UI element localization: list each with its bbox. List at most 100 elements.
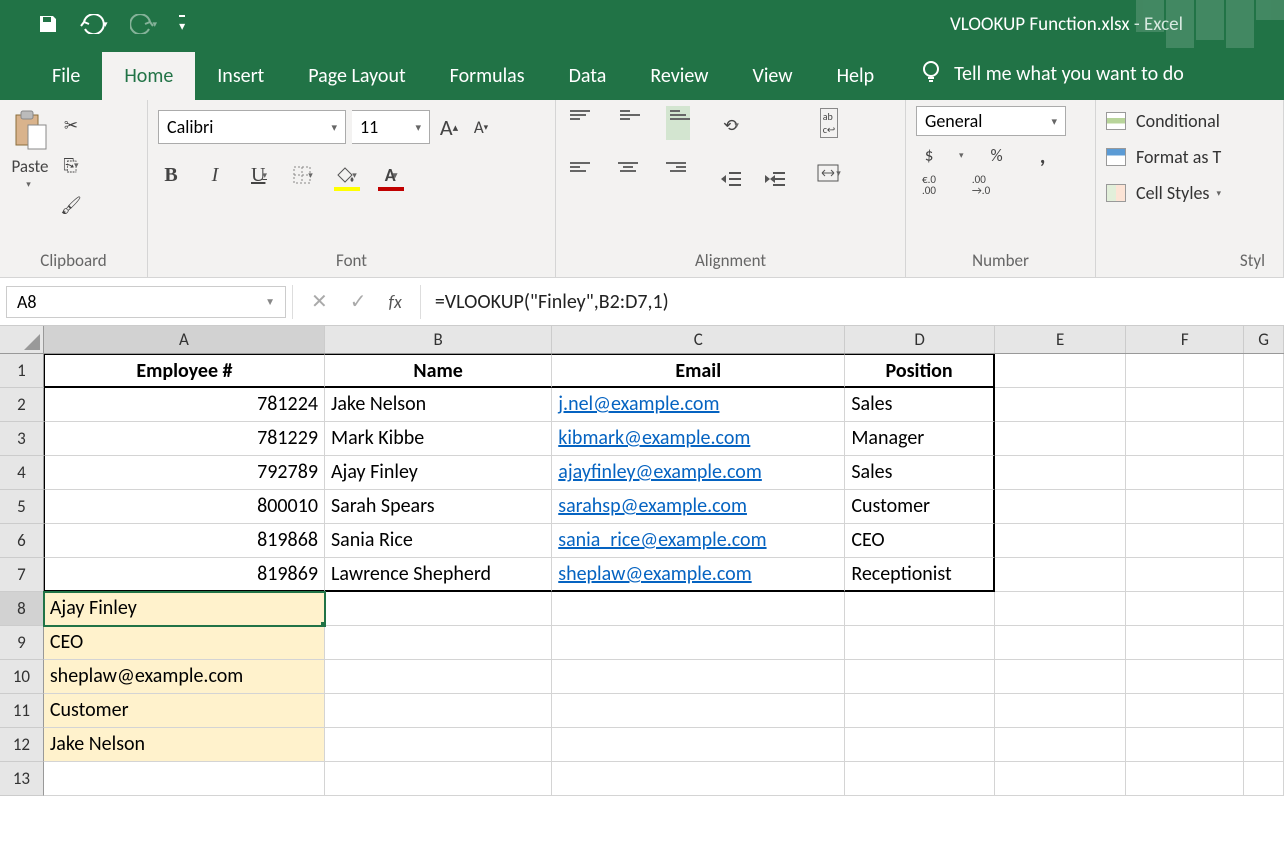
col-header-e[interactable]: E bbox=[995, 326, 1127, 353]
cell-b9[interactable] bbox=[325, 626, 552, 660]
cell-f7[interactable] bbox=[1126, 558, 1244, 592]
conditional-formatting-button[interactable]: Conditional bbox=[1106, 110, 1220, 132]
row-header-10[interactable]: 10 bbox=[0, 660, 44, 694]
cell-a9[interactable]: CEO bbox=[44, 626, 325, 660]
copy-icon[interactable]: ⎘▾ bbox=[58, 152, 84, 178]
cell-e7[interactable] bbox=[995, 558, 1127, 592]
cell-c8[interactable] bbox=[552, 592, 845, 626]
row-header-6[interactable]: 6 bbox=[0, 524, 44, 558]
cell-a11[interactable]: Customer bbox=[44, 694, 325, 728]
bold-button[interactable]: B bbox=[158, 162, 184, 188]
cell-g5[interactable] bbox=[1244, 490, 1284, 524]
cell-c1[interactable]: Email bbox=[552, 354, 845, 388]
cell-d3[interactable]: Manager bbox=[845, 422, 995, 456]
cell-d4[interactable]: Sales bbox=[845, 456, 995, 490]
cell-c10[interactable] bbox=[552, 660, 845, 694]
row-header-12[interactable]: 12 bbox=[0, 728, 44, 762]
tab-page-layout[interactable]: Page Layout bbox=[286, 52, 427, 100]
align-center-icon[interactable] bbox=[616, 158, 640, 192]
font-name-select[interactable]: Calibri▾ bbox=[158, 110, 346, 144]
cell-styles-button[interactable]: Cell Styles ▾ bbox=[1106, 182, 1221, 204]
redo-icon[interactable]: ▾ bbox=[130, 14, 158, 34]
cell-a10[interactable]: sheplaw@example.com bbox=[44, 660, 325, 694]
percent-icon[interactable]: % bbox=[984, 142, 1010, 168]
align-top-icon[interactable] bbox=[566, 106, 590, 140]
cell-f5[interactable] bbox=[1126, 490, 1244, 524]
col-header-b[interactable]: B bbox=[325, 326, 552, 353]
cell-f12[interactable] bbox=[1126, 728, 1244, 762]
cell-e12[interactable] bbox=[995, 728, 1127, 762]
tab-view[interactable]: View bbox=[730, 52, 814, 100]
italic-button[interactable]: I bbox=[202, 162, 228, 188]
cell-a4[interactable]: 792789 bbox=[44, 456, 325, 490]
cell-e2[interactable] bbox=[995, 388, 1127, 422]
row-header-11[interactable]: 11 bbox=[0, 694, 44, 728]
align-right-icon[interactable] bbox=[666, 158, 690, 192]
cell-e13[interactable] bbox=[995, 762, 1127, 796]
tab-insert[interactable]: Insert bbox=[195, 52, 286, 100]
tab-review[interactable]: Review bbox=[628, 52, 730, 100]
borders-button[interactable]: ▾ bbox=[290, 162, 316, 188]
cell-a5[interactable]: 800010 bbox=[44, 490, 325, 524]
cell-b12[interactable] bbox=[325, 728, 552, 762]
row-header-2[interactable]: 2 bbox=[0, 388, 44, 422]
row-header-7[interactable]: 7 bbox=[0, 558, 44, 592]
cell-d6[interactable]: CEO bbox=[845, 524, 995, 558]
cell-c6[interactable]: sania_rice@example.com bbox=[552, 524, 845, 558]
cell-g6[interactable] bbox=[1244, 524, 1284, 558]
align-left-icon[interactable] bbox=[566, 158, 590, 192]
increase-indent-icon[interactable] bbox=[762, 166, 788, 192]
cell-c9[interactable] bbox=[552, 626, 845, 660]
cell-a13[interactable] bbox=[44, 762, 325, 796]
cell-e10[interactable] bbox=[995, 660, 1127, 694]
cell-g2[interactable] bbox=[1244, 388, 1284, 422]
cell-c4[interactable]: ajayfinley@example.com bbox=[552, 456, 845, 490]
cell-f1[interactable] bbox=[1126, 354, 1244, 388]
col-header-f[interactable]: F bbox=[1126, 326, 1244, 353]
cell-g12[interactable] bbox=[1244, 728, 1284, 762]
cell-g13[interactable] bbox=[1244, 762, 1284, 796]
cell-f9[interactable] bbox=[1126, 626, 1244, 660]
merge-center-icon[interactable]: ▾ bbox=[816, 160, 842, 186]
cell-e5[interactable] bbox=[995, 490, 1127, 524]
increase-font-icon[interactable]: A▴ bbox=[436, 114, 462, 140]
cell-a3[interactable]: 781229 bbox=[44, 422, 325, 456]
cell-b7[interactable]: Lawrence Shepherd bbox=[325, 558, 552, 592]
orientation-icon[interactable]: ⟲▾ bbox=[718, 112, 744, 138]
col-header-d[interactable]: D bbox=[845, 326, 995, 353]
col-header-a[interactable]: A bbox=[44, 326, 325, 353]
tab-formulas[interactable]: Formulas bbox=[428, 52, 547, 100]
cell-b6[interactable]: Sania Rice bbox=[325, 524, 552, 558]
qat-customize-icon[interactable]: ▾ bbox=[179, 15, 185, 34]
currency-icon[interactable]: $ bbox=[916, 142, 942, 168]
cell-f8[interactable] bbox=[1126, 592, 1244, 626]
paste-button[interactable]: Paste ▾ bbox=[10, 106, 50, 218]
fx-icon[interactable]: fx bbox=[389, 291, 402, 313]
cell-e8[interactable] bbox=[995, 592, 1127, 626]
format-painter-icon[interactable]: 🖌 bbox=[58, 192, 84, 218]
cell-b8[interactable] bbox=[325, 592, 552, 626]
cell-d12[interactable] bbox=[845, 728, 995, 762]
cancel-formula-icon[interactable]: ✕ bbox=[311, 289, 328, 314]
select-all-corner[interactable] bbox=[0, 326, 44, 353]
cell-g11[interactable] bbox=[1244, 694, 1284, 728]
col-header-g[interactable]: G bbox=[1244, 326, 1284, 353]
col-header-c[interactable]: C bbox=[552, 326, 845, 353]
undo-icon[interactable]: ▾ bbox=[80, 14, 108, 34]
cell-e1[interactable] bbox=[995, 354, 1127, 388]
cell-d8[interactable] bbox=[845, 592, 995, 626]
row-header-5[interactable]: 5 bbox=[0, 490, 44, 524]
cell-g8[interactable] bbox=[1244, 592, 1284, 626]
cell-f11[interactable] bbox=[1126, 694, 1244, 728]
tab-home[interactable]: Home bbox=[102, 52, 195, 100]
cell-d11[interactable] bbox=[845, 694, 995, 728]
cell-b2[interactable]: Jake Nelson bbox=[325, 388, 552, 422]
cell-b11[interactable] bbox=[325, 694, 552, 728]
cell-b1[interactable]: Name bbox=[325, 354, 552, 388]
cell-g10[interactable] bbox=[1244, 660, 1284, 694]
underline-button[interactable]: U▾ bbox=[246, 162, 272, 188]
cell-f2[interactable] bbox=[1126, 388, 1244, 422]
number-format-select[interactable]: General▾ bbox=[916, 106, 1066, 136]
formula-input[interactable]: =VLOOKUP("Finley",B2:D7,1) bbox=[421, 290, 1284, 314]
row-header-1[interactable]: 1 bbox=[0, 354, 44, 388]
